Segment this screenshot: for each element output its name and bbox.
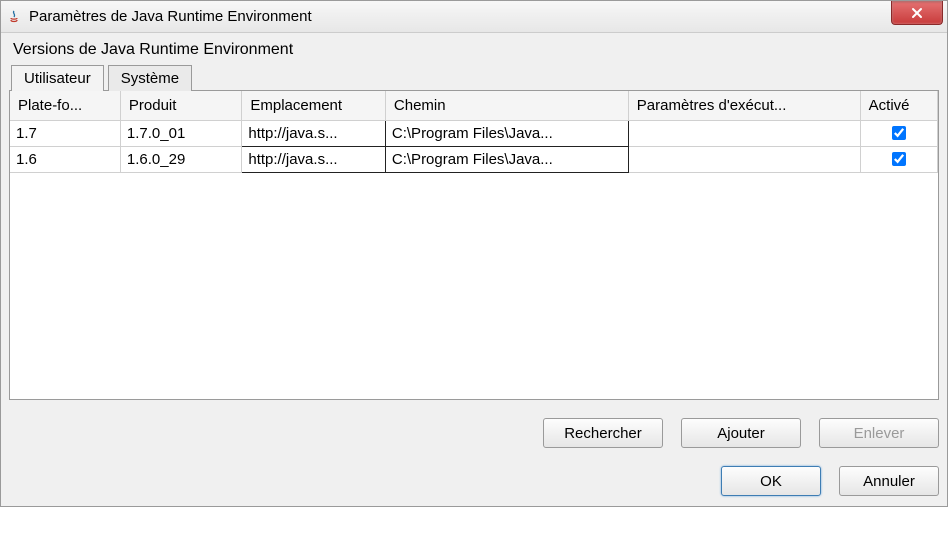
titlebar: Paramètres de Java Runtime Environment [1, 1, 947, 33]
search-button[interactable]: Rechercher [543, 418, 663, 448]
action-buttons: Rechercher Ajouter Enlever [9, 418, 939, 448]
section-label: Versions de Java Runtime Environment [13, 41, 939, 59]
window: Paramètres de Java Runtime Environment V… [0, 0, 948, 507]
table-header-row: Plate-fo... Produit Emplacement Chemin P… [10, 91, 938, 121]
col-header-enabled[interactable]: Activé [860, 91, 937, 121]
tabs: Utilisateur Système [11, 65, 939, 91]
col-header-platform[interactable]: Plate-fo... [10, 91, 120, 121]
col-header-product[interactable]: Produit [120, 91, 241, 121]
cell-platform[interactable]: 1.7 [10, 121, 120, 147]
col-header-path[interactable]: Chemin [385, 91, 628, 121]
cell-enabled[interactable] [860, 147, 937, 173]
cell-enabled[interactable] [860, 121, 937, 147]
col-header-args[interactable]: Paramètres d'exécut... [628, 91, 860, 121]
add-button[interactable]: Ajouter [681, 418, 801, 448]
client-area: Versions de Java Runtime Environment Uti… [1, 33, 947, 506]
enabled-checkbox[interactable] [892, 126, 906, 140]
tab-user[interactable]: Utilisateur [11, 65, 104, 91]
cell-product[interactable]: 1.6.0_29 [120, 147, 241, 173]
col-header-location[interactable]: Emplacement [242, 91, 386, 121]
cell-platform[interactable]: 1.6 [10, 147, 120, 173]
cell-location[interactable]: http://java.s... [242, 147, 386, 173]
cancel-button[interactable]: Annuler [839, 466, 939, 496]
close-icon [911, 7, 923, 19]
java-icon [5, 8, 23, 26]
tab-system[interactable]: Système [108, 65, 192, 91]
jre-table: Plate-fo... Produit Emplacement Chemin P… [9, 90, 939, 400]
enabled-checkbox[interactable] [892, 152, 906, 166]
table-row[interactable]: 1.61.6.0_29http://java.s...C:\Program Fi… [10, 147, 938, 173]
cell-path[interactable]: C:\Program Files\Java... [385, 121, 628, 147]
cell-args[interactable] [628, 147, 860, 173]
close-button[interactable] [891, 1, 943, 25]
ok-button[interactable]: OK [721, 466, 821, 496]
cell-location[interactable]: http://java.s... [242, 121, 386, 147]
cell-args[interactable] [628, 121, 860, 147]
cell-product[interactable]: 1.7.0_01 [120, 121, 241, 147]
cell-path[interactable]: C:\Program Files\Java... [385, 147, 628, 173]
remove-button[interactable]: Enlever [819, 418, 939, 448]
table-row[interactable]: 1.71.7.0_01http://java.s...C:\Program Fi… [10, 121, 938, 147]
dialog-buttons: OK Annuler [9, 462, 939, 496]
window-title: Paramètres de Java Runtime Environment [29, 8, 312, 25]
